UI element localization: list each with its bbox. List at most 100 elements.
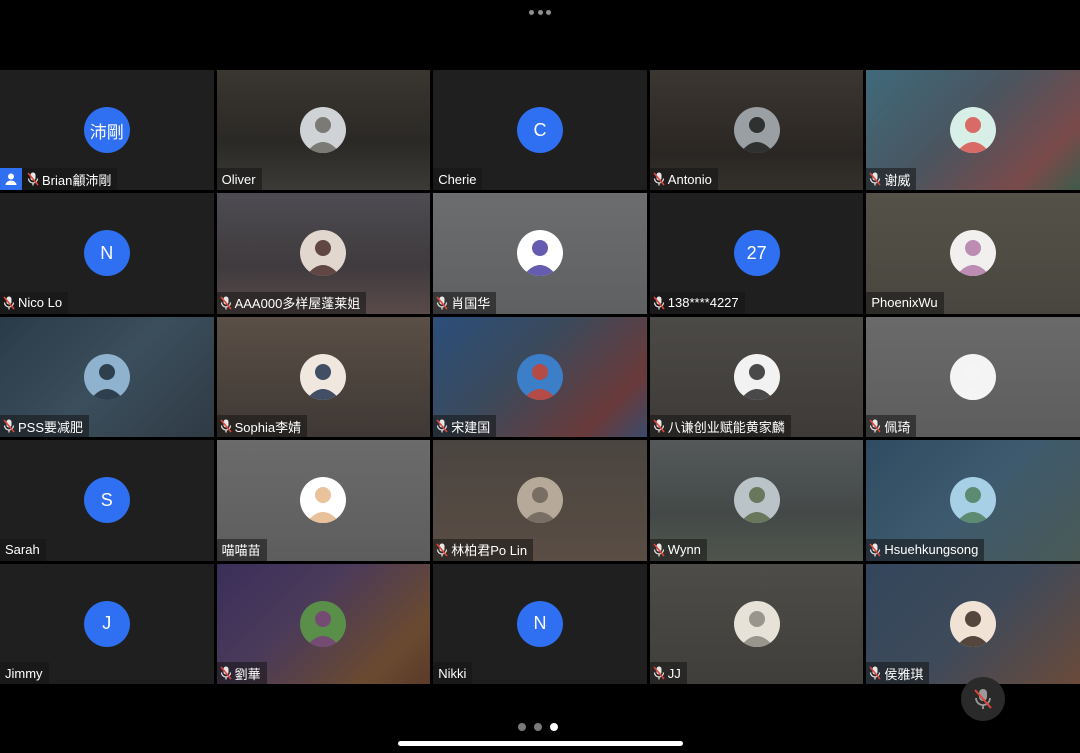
- microphone-muted-icon: [436, 296, 448, 310]
- participant-tile[interactable]: AAA000多样屋蓬莱姐: [216, 193, 431, 314]
- page-dot[interactable]: [534, 723, 542, 731]
- microphone-muted-icon: [653, 543, 665, 557]
- participant-name: Wynn: [667, 542, 701, 558]
- participant-name: Nico Lo: [18, 295, 63, 311]
- participant-name: Sophia李婧: [234, 419, 302, 435]
- participant-name: Hsuehkungsong: [884, 542, 979, 558]
- participant-label: Nikki: [433, 662, 473, 684]
- participant-tile[interactable]: Oliver: [216, 70, 431, 191]
- participant-label: 谢威: [866, 168, 917, 191]
- participant-name: AAA000多样屋蓬莱姐: [234, 296, 361, 312]
- participant-name: JJ: [667, 665, 681, 681]
- more-options-icon[interactable]: [529, 6, 551, 18]
- participant-tile[interactable]: Wynn: [649, 440, 864, 561]
- sketch-drawing-photo-icon: [733, 600, 780, 647]
- cartoon-sticker-photo-icon: [300, 477, 347, 524]
- microphone-muted-icon: [219, 296, 232, 310]
- microphone-muted-icon: [436, 543, 448, 557]
- participant-tile[interactable]: 谢威: [866, 70, 1080, 191]
- participant-label: 肖国华: [433, 291, 497, 314]
- participant-tile[interactable]: N Nikki: [433, 563, 647, 684]
- participant-grid: 沛剛 Brian龥沛剛 Oliver C Cherie Antonio 谢威 N Nico Lo…: [0, 70, 1080, 684]
- participant-tile[interactable]: 八谦创业赋能黄家麟: [649, 316, 864, 438]
- participant-name: Nikki: [438, 665, 467, 681]
- participant-label: Jimmy: [0, 662, 49, 684]
- microphone-muted-icon: [27, 172, 39, 186]
- microphone-muted-icon: [653, 172, 665, 186]
- white-circle-photo-icon: [950, 353, 997, 400]
- mute-toggle-button[interactable]: [961, 677, 1005, 721]
- participant-tile[interactable]: C Cherie: [433, 70, 647, 191]
- avatar: 沛剛: [83, 107, 130, 153]
- avatar: 27: [733, 230, 780, 277]
- participant-name: 肖国华: [451, 296, 491, 312]
- participant-tile[interactable]: JJ: [649, 563, 864, 684]
- microphone-muted-icon: [869, 172, 882, 186]
- mountain-group-photo-icon: [516, 353, 563, 400]
- participant-label: Nico Lo: [0, 291, 69, 314]
- participant-label: 138****4227: [649, 291, 745, 314]
- microphone-muted-icon: [653, 419, 665, 433]
- man-portrait-photo-icon: [733, 353, 780, 400]
- participant-tile[interactable]: Sophia李婧: [216, 316, 431, 438]
- participant-name: PhoenixWu: [871, 295, 938, 311]
- participant-name: 劉華: [234, 666, 261, 682]
- silhouette-sunset-photo-icon: [300, 107, 347, 153]
- participant-label: PhoenixWu: [866, 291, 944, 314]
- participant-tile[interactable]: N Nico Lo: [0, 193, 214, 314]
- microphone-muted-icon: [219, 666, 232, 680]
- participant-tile[interactable]: 沛剛 Brian龥沛剛: [0, 70, 214, 191]
- participant-tile[interactable]: S Sarah: [0, 440, 214, 561]
- page-dot[interactable]: [518, 723, 526, 731]
- avatar: C: [516, 107, 563, 153]
- microphone-muted-icon: [869, 666, 882, 680]
- participant-label: Hsuehkungsong: [866, 538, 985, 561]
- participant-name: 八谦创业赋能黄家麟: [667, 419, 785, 435]
- participant-name: 宋建国: [451, 419, 491, 435]
- home-indicator: [398, 741, 683, 746]
- participant-label: 林柏君Po Lin: [433, 538, 534, 561]
- colorful-blocks-photo-icon: [300, 600, 347, 647]
- participant-label: 喵喵苗: [216, 538, 267, 561]
- participant-name: Sarah: [5, 542, 40, 558]
- microphone-muted-icon: [219, 419, 232, 433]
- avatar: S: [83, 477, 130, 524]
- triangle-logo-photo-icon: [516, 230, 563, 277]
- participant-label: 佩琦: [866, 415, 917, 438]
- participant-label: JJ: [649, 662, 687, 684]
- participant-label: Oliver: [216, 168, 262, 191]
- avatar: N: [516, 600, 563, 647]
- microphone-muted-icon: [436, 419, 448, 433]
- cartoon-character-photo-icon: [950, 107, 997, 153]
- participant-tile[interactable]: 喵喵苗: [216, 440, 431, 561]
- participant-tile[interactable]: 劉華: [216, 563, 431, 684]
- avatar: J: [83, 600, 130, 647]
- microphone-muted-icon: [653, 666, 665, 680]
- participant-tile[interactable]: 宋建国: [433, 316, 647, 438]
- participant-tile[interactable]: J Jimmy: [0, 563, 214, 684]
- participant-label: 宋建国: [433, 415, 497, 438]
- participant-tile[interactable]: 27 138****4227: [649, 193, 864, 314]
- participant-tile[interactable]: 佩琦: [866, 316, 1080, 438]
- participant-tile[interactable]: 林柏君Po Lin: [433, 440, 647, 561]
- participant-label: 八谦创业赋能黄家麟: [649, 415, 791, 438]
- person-by-lake-photo-icon: [83, 353, 130, 400]
- participant-label: Antonio: [649, 168, 718, 191]
- participant-name: 林柏君Po Lin: [451, 543, 528, 559]
- coastline-photo-icon: [950, 477, 997, 524]
- participant-tile[interactable]: PSS要减肥: [0, 316, 214, 438]
- microphone-muted-icon: [3, 296, 15, 310]
- participant-label: Brian龥沛剛: [0, 168, 118, 191]
- page-dot[interactable]: [550, 723, 558, 731]
- participant-tile[interactable]: Hsuehkungsong: [866, 440, 1080, 561]
- participant-tile[interactable]: PhoenixWu: [866, 193, 1080, 314]
- participant-tile[interactable]: 侯雅琪: [866, 563, 1080, 684]
- participant-tile[interactable]: 肖国华: [433, 193, 647, 314]
- microphone-muted-icon: [974, 689, 992, 709]
- participant-tile[interactable]: Antonio: [649, 70, 864, 191]
- participant-name: 谢威: [884, 172, 911, 188]
- woman-portrait-photo-icon: [300, 353, 347, 400]
- white-cat-photo-icon: [950, 230, 997, 277]
- microphone-muted-icon: [3, 419, 15, 433]
- participant-label: Sophia李婧: [216, 415, 308, 438]
